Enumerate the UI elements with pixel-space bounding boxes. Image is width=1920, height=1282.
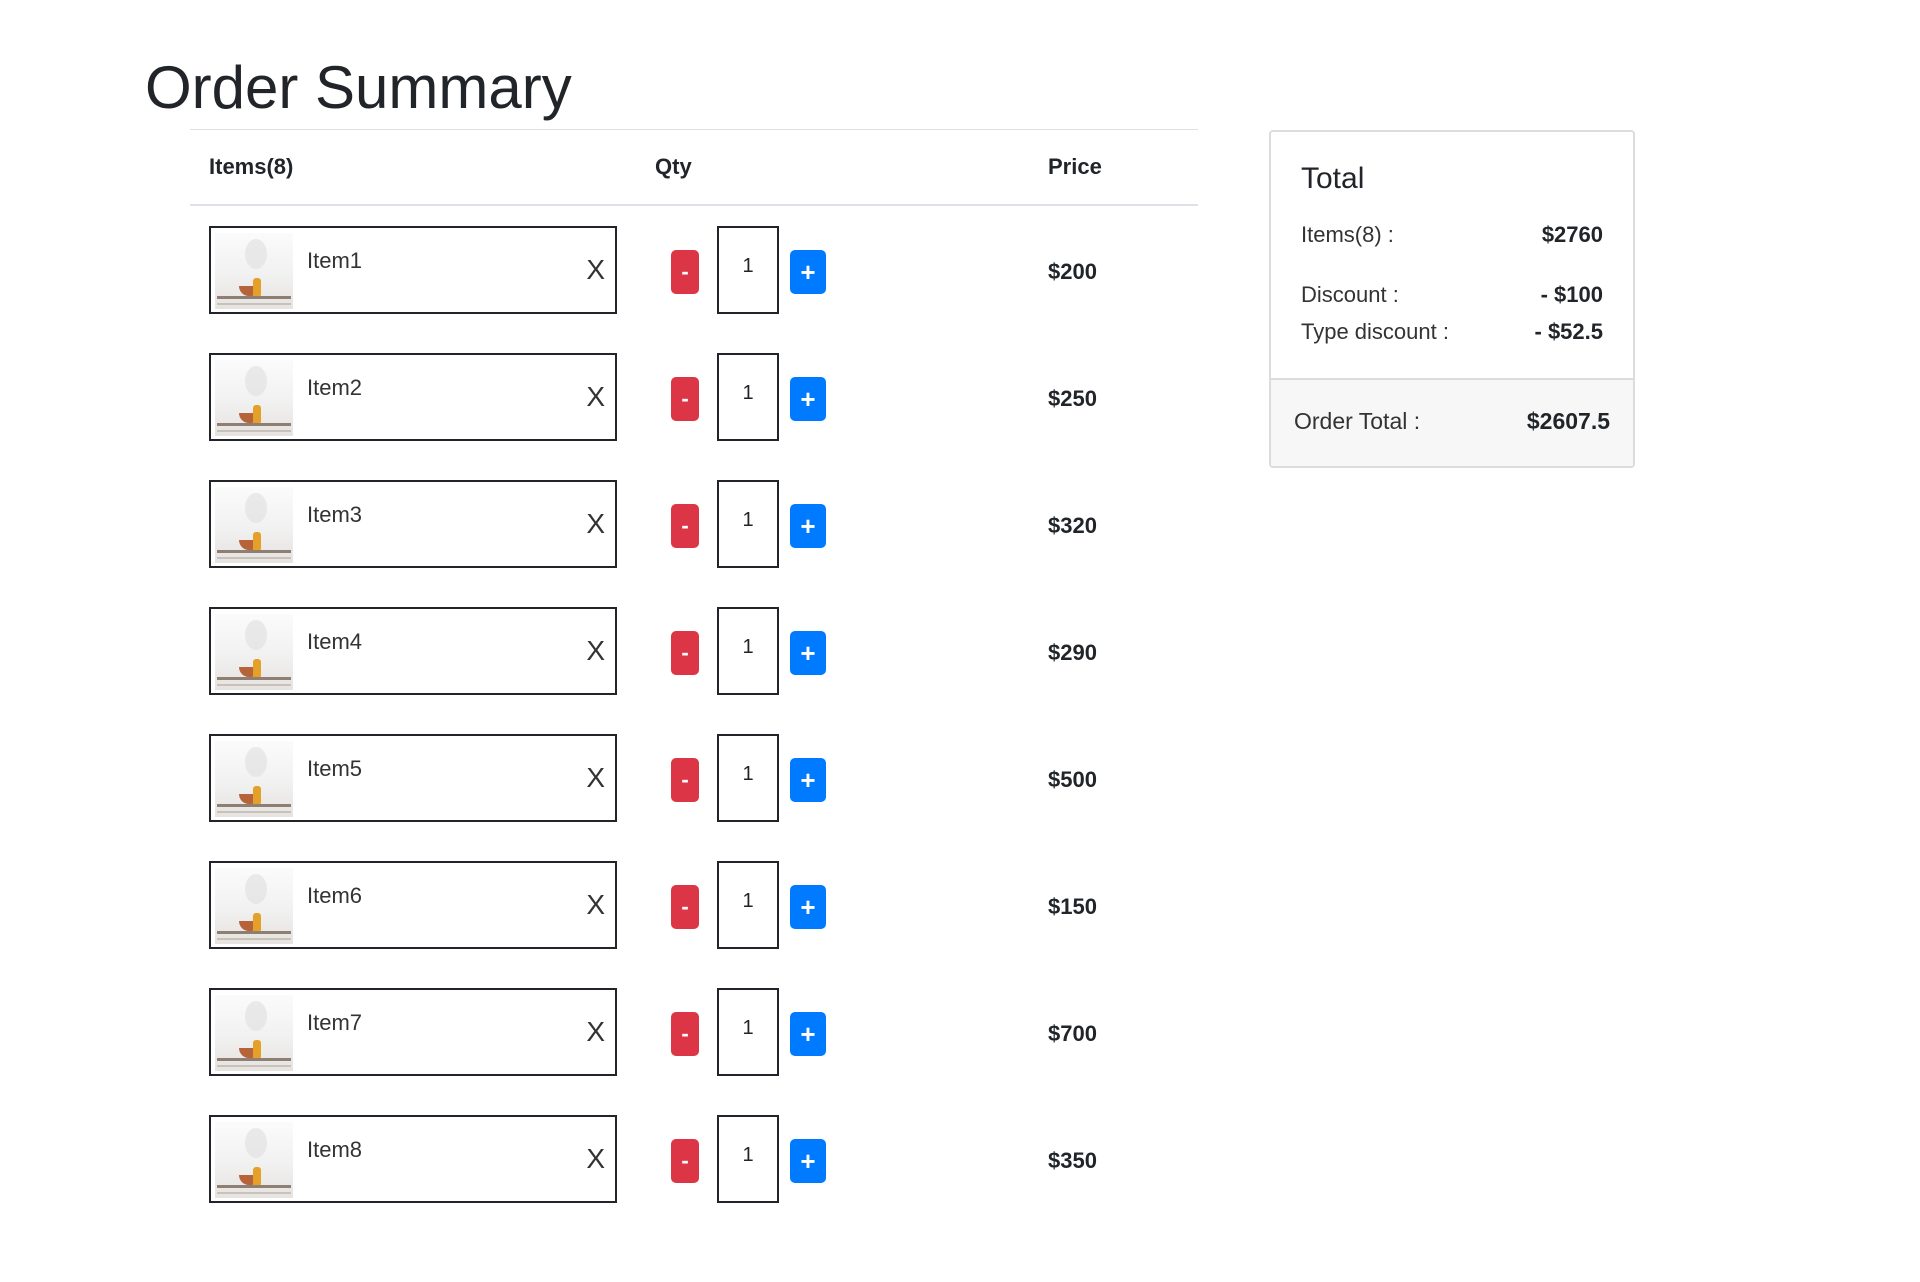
- decrease-qty-button[interactable]: -: [671, 1139, 699, 1183]
- decrease-qty-button[interactable]: -: [671, 758, 699, 802]
- decrease-qty-button[interactable]: -: [671, 1012, 699, 1056]
- quantity-input[interactable]: 1: [717, 480, 779, 568]
- item-card: Item1 X: [209, 226, 617, 314]
- item-price: $290: [1048, 640, 1097, 665]
- cart-rows: Item1 X -1 + $200 Item2 X -1 + $250 Item3 X -1 + $320 I…: [190, 206, 1198, 1222]
- order-summary-page: Order Summary Items(8) Qty Price Item1 X -…: [0, 0, 1920, 1282]
- discount-value: - $100: [1540, 282, 1603, 307]
- quantity-input[interactable]: 1: [717, 607, 779, 695]
- item-name: Item3: [307, 502, 363, 527]
- item-price: $700: [1048, 1021, 1097, 1046]
- item-card: Item4 X: [209, 607, 617, 695]
- remove-item-button[interactable]: X: [586, 1143, 605, 1175]
- item-price: $250: [1048, 386, 1097, 411]
- product-thumbnail: [215, 741, 293, 817]
- cart-row: Item4 X -1 + $290: [190, 587, 1198, 714]
- quantity-input[interactable]: 1: [717, 353, 779, 441]
- remove-item-button[interactable]: X: [586, 635, 605, 667]
- qty-column-header: Qty: [655, 154, 692, 179]
- item-name: Item8: [307, 1137, 363, 1162]
- type-discount-label: Type discount :: [1301, 319, 1449, 344]
- increase-qty-button[interactable]: +: [790, 250, 826, 294]
- quantity-input[interactable]: 1: [717, 861, 779, 949]
- item-price: $320: [1048, 513, 1097, 538]
- price-column-header: Price: [1048, 154, 1102, 179]
- product-thumbnail: [215, 868, 293, 944]
- item-card: Item8 X: [209, 1115, 617, 1203]
- cart-row: Item3 X -1 + $320: [190, 460, 1198, 587]
- order-total-label: Order Total :: [1294, 408, 1421, 434]
- items-column-header: Items(8): [209, 154, 294, 179]
- remove-item-button[interactable]: X: [586, 1016, 605, 1048]
- item-name: Item2: [307, 375, 363, 400]
- remove-item-button[interactable]: X: [586, 889, 605, 921]
- decrease-qty-button[interactable]: -: [671, 377, 699, 421]
- items-subtotal-value: $2760: [1541, 222, 1603, 247]
- increase-qty-button[interactable]: +: [790, 1139, 826, 1183]
- quantity-input[interactable]: 1: [717, 988, 779, 1076]
- remove-item-button[interactable]: X: [586, 762, 605, 794]
- type-discount-value: - $52.5: [1534, 319, 1604, 344]
- remove-item-button[interactable]: X: [586, 508, 605, 540]
- cart-row: Item7 X -1 + $700: [190, 968, 1198, 1095]
- increase-qty-button[interactable]: +: [790, 1012, 826, 1056]
- item-card: Item6 X: [209, 861, 617, 949]
- order-total-value: $2607.5: [1526, 408, 1610, 434]
- product-thumbnail: [215, 360, 293, 436]
- increase-qty-button[interactable]: +: [790, 758, 826, 802]
- cart-header: Items(8) Qty Price: [190, 129, 1198, 206]
- decrease-qty-button[interactable]: -: [671, 631, 699, 675]
- page-title: Order Summary: [145, 54, 572, 121]
- product-thumbnail: [215, 614, 293, 690]
- increase-qty-button[interactable]: +: [790, 504, 826, 548]
- item-card: Item5 X: [209, 734, 617, 822]
- increase-qty-button[interactable]: +: [790, 377, 826, 421]
- order-total-card: Total Items(8) : $2760 Discount : - $100…: [1269, 130, 1635, 468]
- item-price: $350: [1048, 1148, 1097, 1173]
- item-price: $200: [1048, 259, 1097, 284]
- cart-row: Item5 X -1 + $500: [190, 714, 1198, 841]
- item-card: Item7 X: [209, 988, 617, 1076]
- decrease-qty-button[interactable]: -: [671, 885, 699, 929]
- cart-table: Items(8) Qty Price Item1 X -1 + $200 Item2 X -1…: [190, 129, 1198, 1222]
- cart-row: Item6 X -1 + $150: [190, 841, 1198, 968]
- product-thumbnail: [215, 1122, 293, 1198]
- item-name: Item5: [307, 756, 363, 781]
- item-name: Item6: [307, 883, 363, 908]
- item-name: Item4: [307, 629, 363, 654]
- decrease-qty-button[interactable]: -: [671, 504, 699, 548]
- item-name: Item1: [307, 248, 363, 273]
- quantity-input[interactable]: 1: [717, 226, 779, 314]
- discount-label: Discount :: [1301, 282, 1399, 307]
- remove-item-button[interactable]: X: [586, 254, 605, 286]
- cart-row: Item2 X -1 + $250: [190, 333, 1198, 460]
- summary-title: Total: [1301, 162, 1365, 195]
- cart-row: Item1 X -1 + $200: [190, 206, 1198, 333]
- product-thumbnail: [215, 487, 293, 563]
- item-price: $500: [1048, 767, 1097, 792]
- item-card: Item2 X: [209, 353, 617, 441]
- quantity-input[interactable]: 1: [717, 1115, 779, 1203]
- decrease-qty-button[interactable]: -: [671, 250, 699, 294]
- cart-row: Item8 X -1 + $350: [190, 1095, 1198, 1222]
- item-name: Item7: [307, 1010, 363, 1035]
- items-subtotal-label: Items(8) :: [1301, 222, 1394, 247]
- item-card: Item3 X: [209, 480, 617, 568]
- quantity-input[interactable]: 1: [717, 734, 779, 822]
- increase-qty-button[interactable]: +: [790, 885, 826, 929]
- remove-item-button[interactable]: X: [586, 381, 605, 413]
- increase-qty-button[interactable]: +: [790, 631, 826, 675]
- product-thumbnail: [215, 995, 293, 1071]
- product-thumbnail: [215, 233, 293, 309]
- order-total-row: Order Total : $2607.5: [1271, 378, 1633, 466]
- item-price: $150: [1048, 894, 1097, 919]
